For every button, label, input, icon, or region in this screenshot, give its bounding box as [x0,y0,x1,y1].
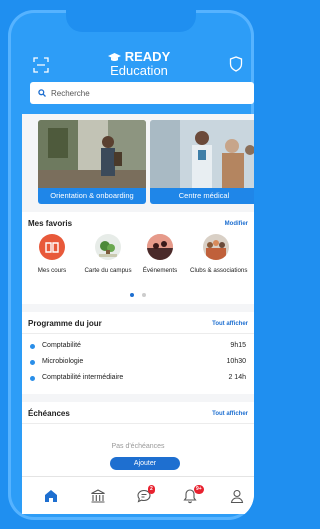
deadlines-show-all-link[interactable]: Tout afficher [212,411,248,417]
institution-icon[interactable] [90,488,106,504]
favorite-label: Événements [142,267,178,274]
shield-icon[interactable] [229,56,243,72]
schedule-item[interactable]: Comptabilité intermédiaire 2 14h [28,373,248,385]
clubs-icon [203,234,229,260]
favorites-pagination [22,284,254,302]
app-header: READY Education Recherche [8,10,254,122]
favorite-campus-map[interactable]: Carte du campus [82,234,134,274]
edit-favorites-link[interactable]: Modifier [225,221,248,227]
divider [22,423,254,424]
course-time: 2 14h [228,374,246,381]
campus-map-icon [95,234,121,260]
bullet-icon [30,376,35,381]
divider [22,333,254,334]
favorite-label: Mes cours [37,267,67,274]
chat-badge: 2 [148,485,155,494]
banner-carousel[interactable]: Orientation & onboarding Centre médical [32,120,254,204]
banner-medical[interactable]: Centre médical [150,120,254,204]
course-name: Comptabilité [42,342,81,349]
phone-frame: READY Education Recherche Orientation & … [8,10,254,520]
add-deadline-button[interactable]: Ajouter [110,457,180,470]
schedule-card: Programme du jour Tout afficher Comptabi… [22,312,254,394]
banner-caption: Centre médical [150,188,254,204]
brand-name: READY [124,49,171,64]
brand-logo: READY Education [96,50,182,78]
schedule-item[interactable]: Comptabilité 9h15 [28,341,248,353]
page-dot[interactable] [142,293,147,297]
favorite-events[interactable]: Événements [134,234,186,274]
favorite-label: Clubs & associations [190,267,248,274]
events-icon [147,234,173,260]
search-placeholder: Recherche [51,88,90,98]
page-dot[interactable] [129,293,134,297]
favorite-label: Carte du campus [84,267,132,274]
brand-subtitle: Education [110,63,168,78]
deadlines-empty-text: Pas d'échéances [111,443,165,450]
deadlines-card: Échéances Tout afficher Pas d'échéances … [22,402,254,480]
deadlines-title: Échéances [28,409,70,418]
favorite-my-courses[interactable]: Mes cours [26,234,78,274]
graduation-cap-icon [107,52,121,61]
bullet-icon [30,344,35,349]
scan-icon[interactable] [33,57,49,73]
course-name: Microbiologie [42,358,84,365]
bottom-navigation: 2 9+ [22,476,254,514]
search-icon [38,89,46,97]
course-time: 10h30 [226,358,246,365]
search-input[interactable]: Recherche [30,82,254,104]
course-time: 9h15 [230,342,246,349]
book-icon [39,234,65,260]
orientation-photo [38,120,146,188]
schedule-title: Programme du jour [28,319,102,328]
favorites-title: Mes favoris [28,219,73,228]
favorite-clubs[interactable]: Clubs & associations [190,234,248,274]
notifications-badge: 9+ [194,485,204,494]
course-name: Comptabilité intermédiaire [42,374,124,381]
profile-icon[interactable] [229,488,245,504]
banner-caption: Orientation & onboarding [38,188,146,204]
medical-photo [150,120,254,188]
banner-orientation[interactable]: Orientation & onboarding [38,120,146,204]
bullet-icon [30,360,35,365]
favorites-card: Mes favoris Modifier Mes cours Carte du … [22,212,254,304]
home-icon[interactable] [43,488,59,504]
home-content: Orientation & onboarding Centre médical [22,114,254,514]
schedule-item[interactable]: Microbiologie 10h30 [28,357,248,369]
schedule-show-all-link[interactable]: Tout afficher [212,321,248,327]
